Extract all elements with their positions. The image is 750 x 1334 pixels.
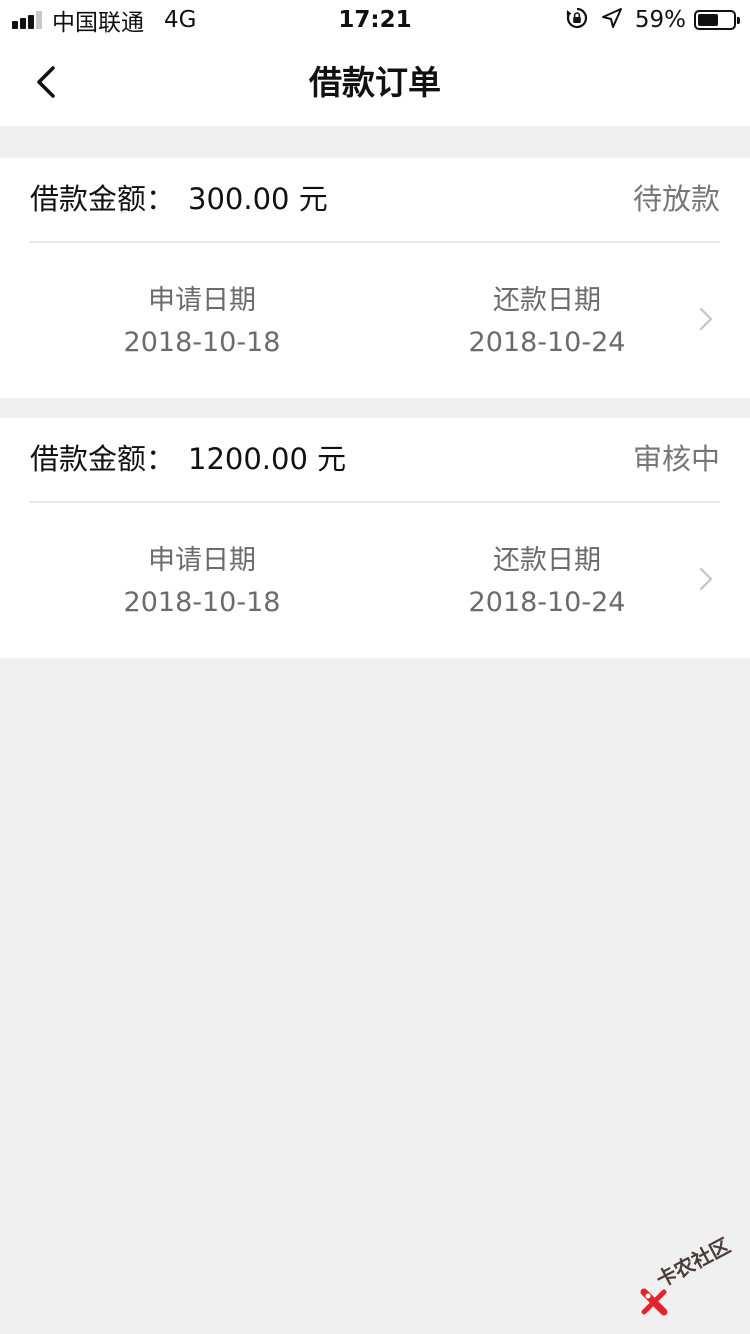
navigation-bar: 借款订单 [0, 40, 750, 126]
apply-date-value: 2018-10-18 [123, 327, 281, 358]
order-card[interactable]: 借款金额： 1200.00 元 审核中 申请日期 2018-10-18 还款日期… [0, 418, 750, 658]
loan-amount-value: 1200.00 元 [188, 442, 347, 476]
status-bar: 中国联通 4G 17:21 59% [0, 0, 750, 40]
chevron-right-icon [699, 567, 713, 591]
repay-date-column: 还款日期 2018-10-24 [397, 283, 697, 361]
status-right: 59% [565, 0, 740, 40]
apply-date-column: 申请日期 2018-10-18 [52, 283, 352, 361]
loan-amount-label: 借款金额： [30, 442, 176, 476]
repay-date-column: 还款日期 2018-10-24 [397, 543, 697, 621]
battery-percent: 59% [634, 7, 686, 33]
watermark-logo: 卡农社区 [640, 1233, 744, 1320]
orientation-lock-icon [565, 6, 589, 34]
order-card-header: 借款金额： 1200.00 元 审核中 [30, 418, 720, 503]
order-card-header: 借款金额： 300.00 元 待放款 [30, 158, 720, 243]
repay-date-value: 2018-10-24 [468, 587, 626, 618]
chevron-right-icon [699, 307, 713, 331]
battery-tip [737, 17, 740, 24]
order-status: 审核中 [632, 442, 720, 476]
battery-fill [698, 14, 719, 26]
apply-date-label: 申请日期 [148, 285, 256, 316]
watermark-text: 卡农社区 [652, 1233, 735, 1293]
battery-icon [694, 10, 740, 30]
apply-date-label: 申请日期 [148, 545, 256, 576]
repay-date-label: 还款日期 [493, 285, 601, 316]
loan-amount-label: 借款金额： [30, 182, 176, 216]
back-button[interactable] [24, 60, 68, 104]
page-title: 借款订单 [309, 63, 441, 102]
apply-date-value: 2018-10-18 [123, 587, 281, 618]
order-card[interactable]: 借款金额： 300.00 元 待放款 申请日期 2018-10-18 还款日期 … [0, 158, 750, 398]
repay-date-value: 2018-10-24 [468, 327, 626, 358]
order-status: 待放款 [632, 182, 720, 216]
repay-date-label: 还款日期 [493, 545, 601, 576]
loan-amount-value: 300.00 元 [188, 182, 328, 216]
location-icon [601, 7, 623, 33]
chevron-left-icon [37, 66, 55, 98]
apply-date-column: 申请日期 2018-10-18 [52, 543, 352, 621]
